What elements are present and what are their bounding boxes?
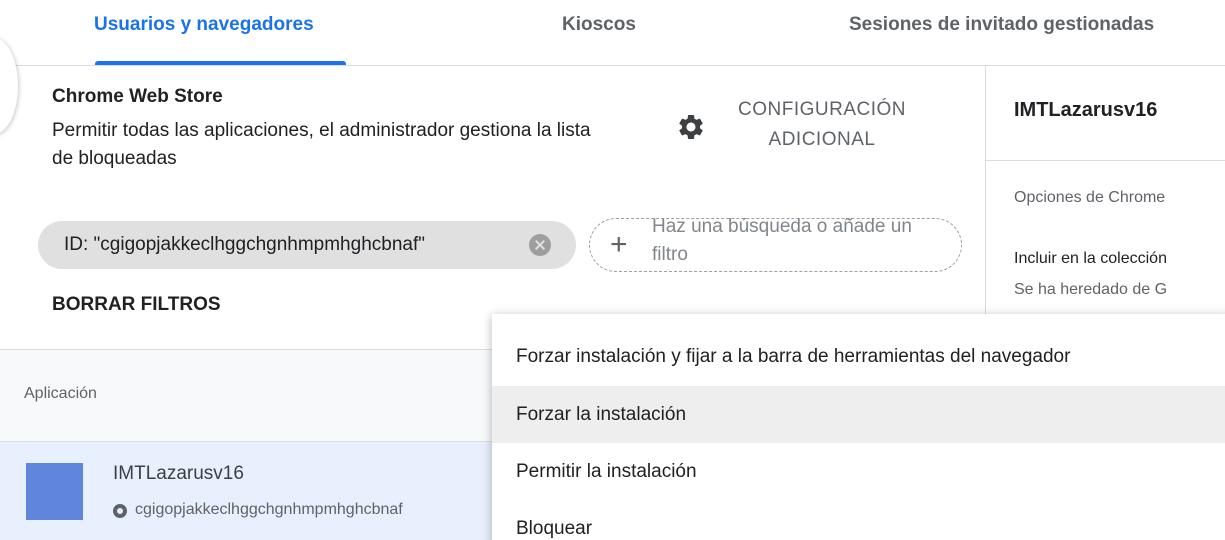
plus-icon: + <box>610 228 628 261</box>
tab-bar: Usuarios y navegadores Kioscos Sesiones … <box>0 0 1225 66</box>
search-filter-placeholder: Haz una búsqueda o añade un filtro <box>652 216 912 265</box>
tab-kiosks[interactable]: Kioscos <box>562 14 636 36</box>
filter-chip-label: ID: "cgigopjakkeclhggchgnhmpmhghcbnaf" <box>64 234 425 255</box>
active-tab-indicator <box>95 61 346 65</box>
policy-title: Chrome Web Store <box>52 86 223 107</box>
app-icon <box>26 463 83 520</box>
filter-chip[interactable]: ID: "cgigopjakkeclhggchgnhmpmhghcbnaf" <box>38 221 576 269</box>
details-title: IMTLazarusv16 <box>1014 99 1158 121</box>
remove-filter-icon[interactable] <box>529 234 551 256</box>
menu-item-allow-install[interactable]: Permitir la instalación <box>492 443 1225 500</box>
policy-description: Permitir todas las aplicaciones, el admi… <box>52 120 591 169</box>
inherited-from-label: Se ha heredado de G <box>1014 281 1168 298</box>
app-id: cgigopjakkeclhggchgnhmpmhghcbnaf <box>135 501 403 518</box>
chrome-icon <box>113 504 127 518</box>
chrome-options-label: Opciones de Chrome <box>1014 189 1166 206</box>
install-policy-menu: Forzar instalación y fijar a la barra de… <box>492 314 1225 540</box>
additional-settings-button[interactable]: CONFIGURACIÓN ADICIONAL <box>676 95 936 161</box>
tab-users-browsers[interactable]: Usuarios y navegadores <box>94 14 314 36</box>
divider <box>986 160 1225 161</box>
include-collection-label: Incluir en la colección <box>1014 250 1167 267</box>
gear-icon <box>679 115 703 139</box>
tab-managed-guest-sessions[interactable]: Sesiones de invitado gestionadas <box>849 14 1154 36</box>
app-name: IMTLazarusv16 <box>113 463 244 484</box>
additional-settings-label: CONFIGURACIÓN ADICIONAL <box>738 99 906 150</box>
search-filter-input[interactable]: + Haz una búsqueda o añade un filtro <box>589 216 962 272</box>
column-header-application[interactable]: Aplicación <box>24 385 97 403</box>
menu-item-block[interactable]: Bloquear <box>492 500 1225 540</box>
clear-filters-button[interactable]: BORRAR FILTROS <box>52 294 221 316</box>
menu-item-force-install[interactable]: Forzar la instalación <box>492 386 1225 443</box>
menu-item-force-install-pin[interactable]: Forzar instalación y fijar a la barra de… <box>492 328 1225 386</box>
